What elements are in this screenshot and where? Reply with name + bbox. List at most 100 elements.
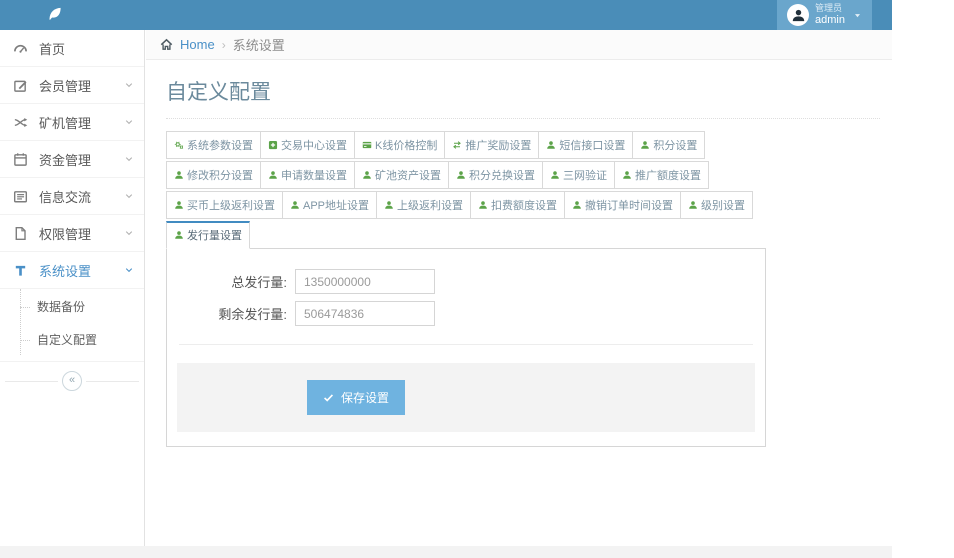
sidebar-item-6[interactable]: 系统设置 <box>0 252 144 289</box>
tab-r1-3[interactable]: 积分兑换设置 <box>448 161 543 189</box>
sidebar-item-3[interactable]: 资金管理 <box>0 141 144 178</box>
user-icon <box>174 170 184 180</box>
sidebar-collapse-button[interactable]: « <box>62 371 82 391</box>
sidebar-item-label: 会员管理 <box>39 78 92 94</box>
user-icon <box>290 200 300 210</box>
tab-r1-4[interactable]: 三网验证 <box>542 161 615 189</box>
user-icon <box>174 200 184 210</box>
tab-label: 申请数量设置 <box>281 170 347 182</box>
sidebar-subitem-1[interactable]: 自定义配置 <box>0 324 144 357</box>
tab-row: 买币上级返利设置 APP地址设置 上级返利设置 扣费额度设置 撤销订单时间设置 级别设置 <box>166 191 880 221</box>
footer-strip <box>0 546 892 558</box>
field-label: 总发行量: <box>231 275 287 290</box>
user-icon <box>174 230 184 240</box>
tab-panel: 总发行量: 剩余发行量: 保存设置 <box>166 248 766 447</box>
tab-r1-5[interactable]: 推广额度设置 <box>614 161 709 189</box>
user-name: admin <box>815 13 845 26</box>
save-button[interactable]: 保存设置 <box>307 380 406 415</box>
sidebar-collapse-row: « <box>0 362 144 400</box>
tab-r1-1[interactable]: 申请数量设置 <box>260 161 355 189</box>
tab-r0-4[interactable]: 短信接口设置 <box>538 131 634 159</box>
user-menu[interactable]: 管理员 admin <box>777 0 872 30</box>
tab-r0-0[interactable]: 系统参数设置 <box>166 131 261 159</box>
user-icon <box>688 200 698 210</box>
chevron-down-icon <box>124 191 134 201</box>
user-icon <box>546 140 556 150</box>
issuance-form: 总发行量: 剩余发行量: <box>167 269 765 326</box>
check-icon <box>323 392 334 403</box>
tab-row: 系统参数设置 交易中心设置 K线价格控制 推广奖励设置 短信接口设置 积分设置 <box>166 131 880 161</box>
sidebar-item-label: 权限管理 <box>39 226 92 242</box>
tab-r2-2[interactable]: 上级返利设置 <box>376 191 472 219</box>
app-window: 管理员 admin 首页 会员管理 矿机管理 资金管理 信息交流 权限管理 系统设置 数据备份… <box>0 0 954 558</box>
dashboard-icon <box>13 41 32 56</box>
tab-label: 上级返利设置 <box>397 200 464 212</box>
user-icon <box>362 170 372 180</box>
form-row: 总发行量: <box>167 269 765 294</box>
form-row: 剩余发行量: <box>167 301 765 326</box>
tab-r2-4[interactable]: 撤销订单时间设置 <box>564 191 682 219</box>
sidebar-item-label: 首页 <box>39 41 66 57</box>
avatar <box>787 4 810 26</box>
sidebar-item-label: 资金管理 <box>39 152 92 168</box>
sidebar-subitem-0[interactable]: 数据备份 <box>0 291 144 324</box>
field-input[interactable] <box>295 269 435 294</box>
calendar-icon <box>13 152 32 167</box>
tab-r2-5[interactable]: 级别设置 <box>680 191 754 219</box>
user-role: 管理员 <box>815 3 843 13</box>
page-content: 自定义配置 系统参数设置 交易中心设置 K线价格控制 推广奖励设置 短信接口设置 积分设置… <box>146 60 892 447</box>
tab-r1-2[interactable]: 矿池资产设置 <box>354 161 449 189</box>
sidebar-item-0[interactable]: 首页 <box>0 30 144 67</box>
tab-r0-2[interactable]: K线价格控制 <box>354 131 446 159</box>
field-label: 剩余发行量: <box>218 307 287 322</box>
tab-r2-0[interactable]: 买币上级返利设置 <box>166 191 283 219</box>
kline-icon <box>362 140 372 150</box>
sidebar-item-5[interactable]: 权限管理 <box>0 215 144 252</box>
tab-r0-1[interactable]: 交易中心设置 <box>260 131 355 159</box>
user-icon <box>572 200 582 210</box>
sidebar-item-label: 信息交流 <box>39 189 92 205</box>
tab-label: 矿池资产设置 <box>375 170 441 182</box>
user-icon <box>550 170 560 180</box>
tab-r3-0[interactable]: 发行量设置 <box>166 221 250 249</box>
form-divider <box>179 344 753 345</box>
chevron-down-icon <box>124 80 134 90</box>
tab-r0-5[interactable]: 积分设置 <box>632 131 706 159</box>
tab-label: 推广额度设置 <box>635 170 701 182</box>
tab-label: K线价格控制 <box>375 140 438 152</box>
tab-r0-3[interactable]: 推广奖励设置 <box>444 131 540 159</box>
breadcrumb-current: 系统设置 <box>232 38 285 53</box>
user-icon <box>622 170 632 180</box>
divider-line <box>86 380 139 382</box>
file-icon <box>13 226 32 241</box>
tab-r1-0[interactable]: 修改积分设置 <box>166 161 261 189</box>
user-text: 管理员 admin <box>815 3 845 26</box>
tab-label: 积分兑换设置 <box>469 170 535 182</box>
sidebar-menu: 首页会员管理矿机管理资金管理信息交流权限管理系统设置 数据备份 自定义配置 <box>0 30 144 362</box>
tab-row: 发行量设置 <box>166 221 880 249</box>
chevron-down-icon <box>124 154 134 164</box>
field-input[interactable] <box>295 301 435 326</box>
tab-label: 交易中心设置 <box>281 140 347 152</box>
tab-label: 发行量设置 <box>187 230 242 242</box>
user-icon <box>268 170 278 180</box>
breadcrumb-separator: › <box>221 37 226 52</box>
form-actions: 保存设置 <box>177 363 755 432</box>
sidebar-item-1[interactable]: 会员管理 <box>0 67 144 104</box>
top-navbar: 管理员 admin <box>0 0 892 30</box>
leaf-icon <box>46 5 64 23</box>
page-title: 自定义配置 <box>166 81 271 104</box>
tab-label: 买币上级返利设置 <box>187 200 275 212</box>
plus-square-icon <box>268 140 278 150</box>
list-icon <box>13 189 32 204</box>
tab-label: 扣费额度设置 <box>491 200 558 212</box>
sidebar-item-4[interactable]: 信息交流 <box>0 178 144 215</box>
sidebar-item-2[interactable]: 矿机管理 <box>0 104 144 141</box>
tab-r2-3[interactable]: 扣费额度设置 <box>470 191 566 219</box>
edit-icon <box>13 78 32 93</box>
home-icon <box>160 38 173 51</box>
user-icon <box>384 200 394 210</box>
breadcrumb-home-link[interactable]: Home <box>180 37 215 52</box>
tab-r2-1[interactable]: APP地址设置 <box>282 191 378 219</box>
tab-row: 修改积分设置 申请数量设置 矿池资产设置 积分兑换设置 三网验证 推广额度设置 <box>166 161 880 191</box>
